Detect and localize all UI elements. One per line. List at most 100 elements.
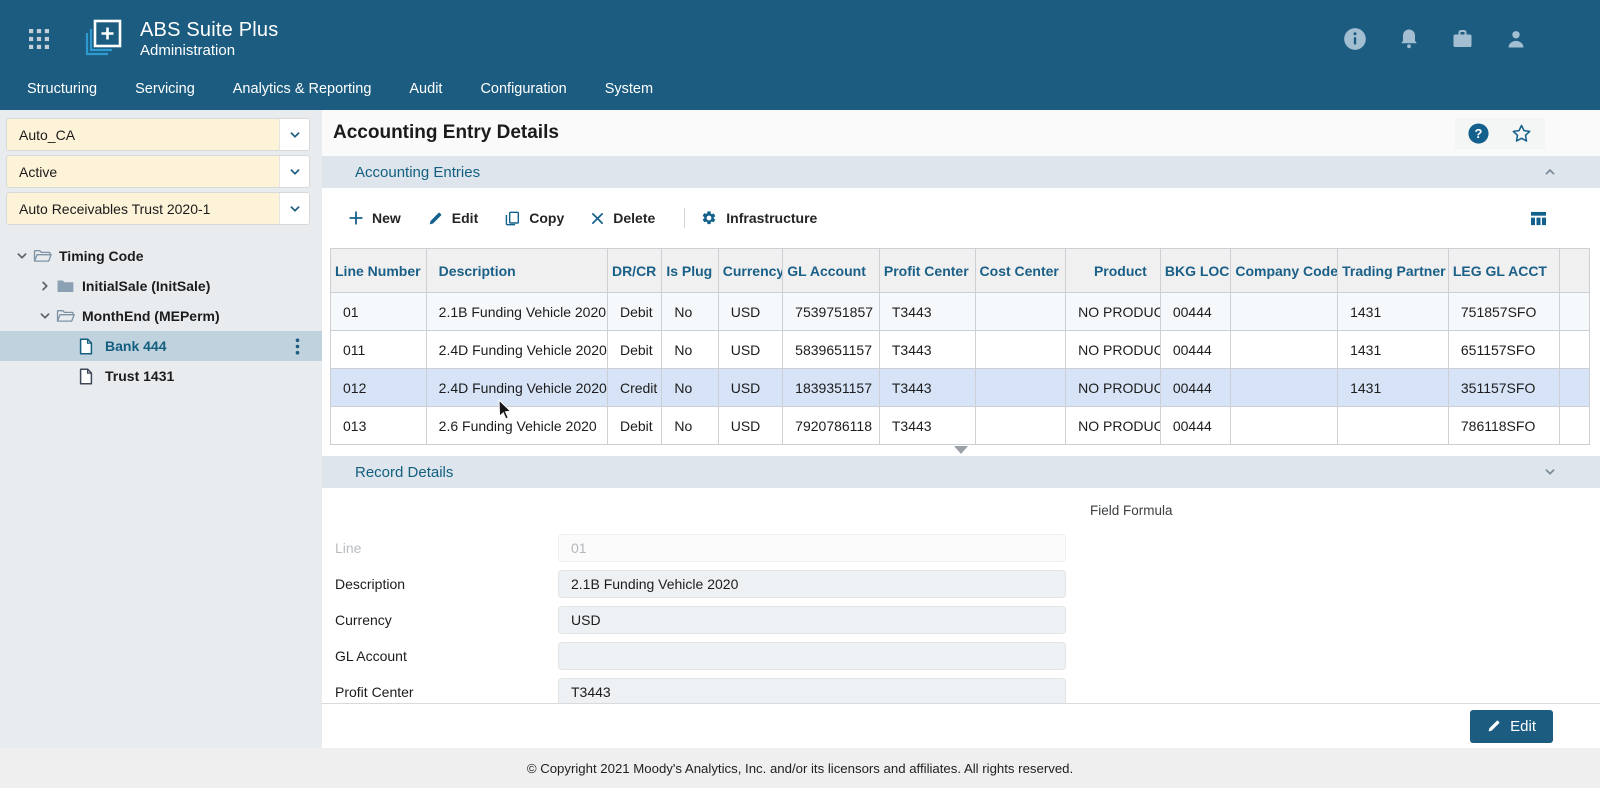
infrastructure-button[interactable]: Infrastructure <box>701 210 817 226</box>
notifications-icon[interactable] <box>1397 27 1421 51</box>
column-header-currency[interactable]: Currency <box>717 248 784 293</box>
tree-item-bank-444[interactable]: Bank 444 <box>0 331 322 361</box>
edit-button[interactable]: Edit <box>428 210 478 226</box>
dropdown-value: Auto Receivables Trust 2020-1 <box>19 200 211 217</box>
page-title: Accounting Entry Details <box>333 122 559 143</box>
table-cell <box>1230 292 1339 331</box>
table-cell: USD <box>717 330 784 369</box>
chevron-down-icon[interactable] <box>279 119 309 150</box>
chevron-down-icon[interactable] <box>33 310 56 322</box>
nav-item-structuring[interactable]: Structuring <box>27 78 97 100</box>
table-cell <box>1230 330 1339 369</box>
record-details-section-header[interactable]: Record Details <box>322 456 1600 488</box>
nav-item-audit[interactable]: Audit <box>409 78 442 100</box>
column-header-cost-center[interactable]: Cost Center <box>974 248 1067 293</box>
column-header-description[interactable]: Description <box>425 248 608 293</box>
field-input-currency[interactable] <box>558 606 1066 634</box>
edit-record-button[interactable]: Edit <box>1470 709 1553 743</box>
column-header-product[interactable]: Product <box>1065 248 1161 293</box>
column-header-line-number[interactable]: Line Number <box>330 248 427 293</box>
briefcase-icon[interactable] <box>1450 27 1475 51</box>
item-menu-kebab-icon[interactable] <box>293 336 302 357</box>
copy-button[interactable]: Copy <box>505 210 564 226</box>
field-input-gl-account[interactable] <box>558 642 1066 670</box>
table-row[interactable]: 013 2.6 Funding Vehicle 2020 Debit No USD 792… <box>330 406 1591 445</box>
column-header-trading-partner[interactable]: Trading Partner <box>1337 248 1449 293</box>
field-input-profit-center[interactable] <box>558 678 1066 703</box>
table-cell: No <box>661 292 719 331</box>
tree-item-initialsale-initsale[interactable]: InitialSale (InitSale) <box>0 271 322 301</box>
form-field-description: Description <box>335 570 1600 598</box>
new-button[interactable]: New <box>349 210 401 226</box>
column-header-leg-gl-acct[interactable]: LEG GL ACCT <box>1447 248 1560 293</box>
column-header-profit-center[interactable]: Profit Center <box>878 248 976 293</box>
profile-icon[interactable] <box>1504 27 1528 51</box>
table-cell: 1839351157 <box>782 368 880 407</box>
field-label: Currency <box>335 612 392 628</box>
column-header-bkg-loc[interactable]: BKG LOC <box>1159 248 1232 293</box>
table-cell: 00444 <box>1159 368 1232 407</box>
table-cell: T3443 <box>878 330 976 369</box>
delete-button[interactable]: Delete <box>591 210 655 226</box>
section-title: Record Details <box>355 463 454 481</box>
table-cell: 01 <box>330 292 427 331</box>
dropdown-value: Active <box>19 163 58 180</box>
table-cell <box>974 368 1067 407</box>
chevron-right-icon[interactable] <box>33 280 56 292</box>
nav-item-servicing[interactable]: Servicing <box>135 78 195 100</box>
triangle-down-icon[interactable] <box>954 446 968 454</box>
app-window: ABS Suite Plus Administration Structurin… <box>0 0 1600 788</box>
nav-item-system[interactable]: System <box>605 78 653 100</box>
column-header-dr-cr[interactable]: DR/CR <box>606 248 663 293</box>
nav-item-configuration[interactable]: Configuration <box>480 78 566 100</box>
table-cell: 5839651157 <box>782 330 880 369</box>
nav-item-analytics-reporting[interactable]: Analytics & Reporting <box>233 78 372 100</box>
folder-icon <box>56 278 82 294</box>
field-input-description[interactable] <box>558 570 1066 598</box>
sidebar-dropdown-1[interactable]: Auto_CA <box>6 118 310 151</box>
table-cell: 2.1B Funding Vehicle 2020 <box>425 292 608 331</box>
sidebar-dropdown-2[interactable]: Active <box>6 155 310 188</box>
table-row[interactable]: 012 2.4D Funding Vehicle 2020 Credit No USD 1… <box>330 368 1591 407</box>
table-row[interactable]: 011 2.4D Funding Vehicle 2020 Debit No USD 58… <box>330 330 1591 369</box>
accounting-entries-section-header[interactable]: Accounting Entries <box>322 156 1600 188</box>
table-cell: USD <box>717 368 784 407</box>
chevron-down-icon[interactable] <box>279 156 309 187</box>
table-cell-filler <box>1558 330 1591 369</box>
sidebar-dropdown-3[interactable]: Auto Receivables Trust 2020-1 <box>6 192 310 225</box>
folder-open-icon <box>56 308 82 324</box>
column-header-gl-account[interactable]: GL Account <box>782 248 880 293</box>
table-row[interactable]: 01 2.1B Funding Vehicle 2020 Debit No USD 753… <box>330 292 1591 331</box>
table-cell: No <box>661 330 719 369</box>
edit-button-label: Edit <box>451 210 479 226</box>
tree-item-timing-code[interactable]: Timing Code <box>0 241 322 271</box>
tree-item-trust-1431[interactable]: Trust 1431 <box>0 361 322 391</box>
entries-toolbar: New Edit Copy Delete Infrastructure <box>322 188 1600 248</box>
infrastructure-button-label: Infrastructure <box>726 210 818 226</box>
help-icon[interactable]: ? <box>1467 122 1490 145</box>
info-icon[interactable] <box>1342 26 1368 52</box>
table-cell: NO PRODUCT <box>1065 368 1161 407</box>
copyright-text: © Copyright 2021 Moody's Analytics, Inc.… <box>526 760 1074 776</box>
chevron-up-icon[interactable] <box>1544 166 1556 178</box>
chevron-down-icon[interactable] <box>1544 466 1556 478</box>
timing-code-tree: Timing Code InitialSale (InitSale) MonthEn… <box>0 241 322 391</box>
tree-item-monthend-meperm[interactable]: MonthEnd (MEPerm) <box>0 301 322 331</box>
page-title-actions: ? <box>1455 117 1545 149</box>
page-title-row: Accounting Entry Details ? <box>322 110 1600 156</box>
table-cell <box>974 406 1067 445</box>
file-icon <box>79 337 105 355</box>
tree-item-label: Timing Code <box>59 248 144 264</box>
apps-grid-icon[interactable] <box>28 28 50 50</box>
chevron-down-icon[interactable] <box>10 250 33 262</box>
column-settings-icon[interactable] <box>1530 211 1547 226</box>
favorite-star-icon[interactable] <box>1510 122 1533 145</box>
accounting-entries-table: Line Number Description DR/CR Is Plug Curren… <box>330 248 1591 445</box>
table-cell: T3443 <box>878 292 976 331</box>
table-cell: 751857SFO <box>1447 292 1560 331</box>
table-cell <box>1230 368 1339 407</box>
chevron-down-icon[interactable] <box>279 193 309 224</box>
tree-item-label: MonthEnd (MEPerm) <box>82 308 220 324</box>
column-header-is-plug[interactable]: Is Plug <box>661 248 719 293</box>
column-header-company-code[interactable]: Company Code <box>1230 248 1339 293</box>
